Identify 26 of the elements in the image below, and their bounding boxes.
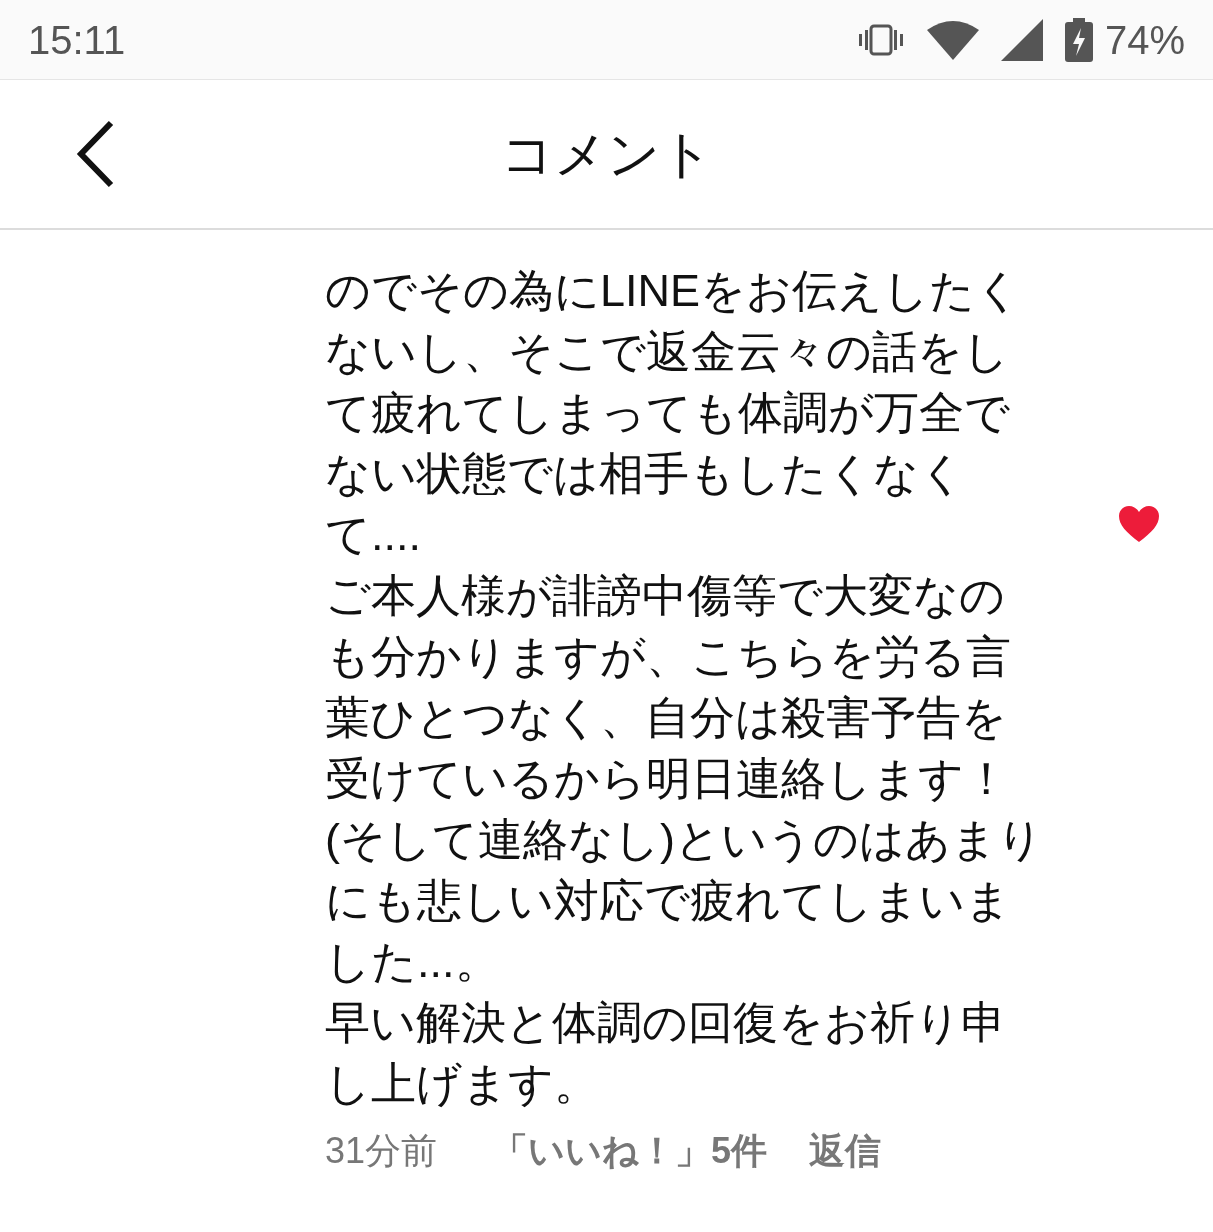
screen-title: コメント: [500, 128, 713, 180]
likes-link[interactable]: 「いいね！」5件: [492, 1124, 768, 1178]
comment-text-line: 受けているから明日連絡します！: [325, 752, 1009, 806]
battery-percent: 74%: [1104, 16, 1185, 64]
comment-text-line: した...。: [325, 935, 500, 989]
status-time: 15:11: [28, 16, 126, 64]
comment-text-line: し上げます。: [325, 1057, 599, 1111]
comment-text-line: ない状態では相手もしたくなく: [325, 447, 965, 501]
comment-text-line: ないし、そこで返金云々の話をし: [325, 325, 1009, 379]
comment-text-line: (そして連絡なし)というのはあまり: [325, 813, 1043, 867]
comment-text-line: 早い解決と体調の回復をお祈り申: [325, 996, 1006, 1050]
battery-icon: [1064, 17, 1093, 62]
comment-time: 31分前: [325, 1129, 438, 1173]
comment-text-line: にも悲しい対応で疲れてしまいま: [325, 874, 1011, 928]
comment-text-line: て疲れてしまっても体調が万全で: [325, 386, 1010, 440]
reply-link[interactable]: 返信: [809, 1124, 882, 1178]
comment-text-line: 葉ひとつなく、自分は殺害予告を: [325, 691, 1007, 745]
back-icon: [75, 120, 115, 188]
comment-text-line: ご本人様が誹謗中傷等で大変なの: [325, 569, 1005, 623]
wifi-icon: [926, 19, 979, 60]
vibrate-icon: [856, 23, 905, 56]
comment-text-line: のでその為にLINEをお伝えしたく: [325, 264, 1022, 318]
comment-text-line: も分かりますが、こちらを労る言: [325, 630, 1011, 684]
heart-icon[interactable]: [1118, 505, 1160, 543]
signal-icon: [1000, 18, 1043, 61]
comment-text-line: て....: [325, 508, 421, 562]
